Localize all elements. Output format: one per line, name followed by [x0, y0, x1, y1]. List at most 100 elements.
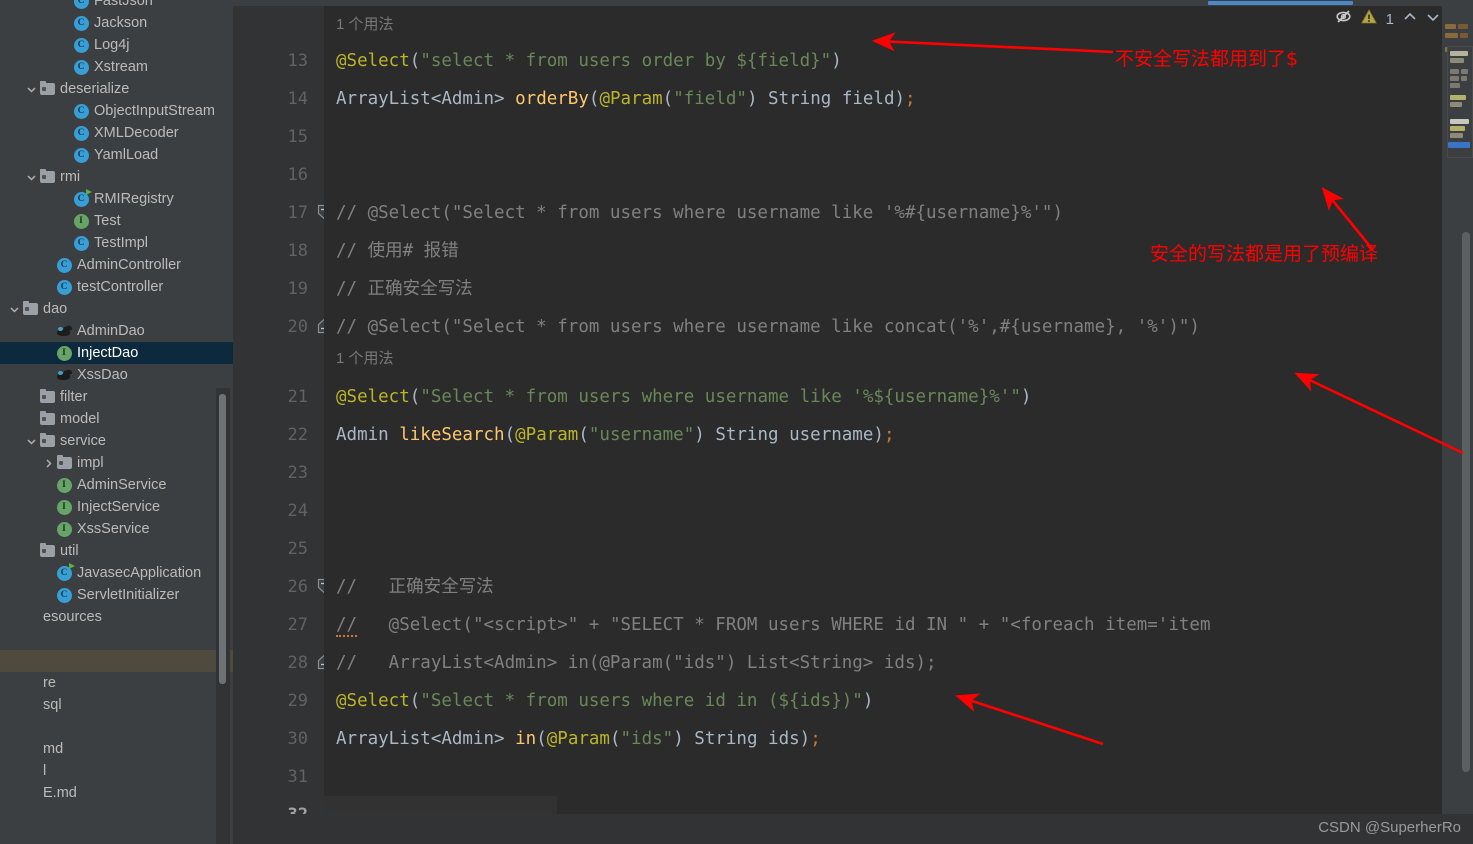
annotation-safe-precompile: 安全的写法都是用了预编译 [1150, 243, 1379, 265]
project-tree-scrollbar[interactable] [219, 394, 226, 684]
tree-item-label: l [43, 763, 47, 779]
class-icon: C [56, 257, 72, 273]
tree-item-blank[interactable] [0, 716, 233, 738]
tree-item-injectservice[interactable]: I InjectService [0, 496, 233, 518]
folder-icon [56, 454, 72, 469]
class-icon: C [56, 279, 72, 295]
tree-item-label: AdminService [77, 477, 167, 493]
folder-icon [39, 410, 55, 425]
tree-item-test[interactable]: I Test [0, 210, 233, 232]
tree-arrow-placeholder [42, 562, 55, 584]
class-icon: C [73, 59, 89, 75]
tree-item-blank[interactable] [0, 650, 233, 672]
tree-item-impl[interactable]: impl [0, 452, 233, 474]
class-icon: C [56, 587, 72, 603]
mybatis-mapper-icon [56, 324, 73, 338]
tree-item-adminservice[interactable]: I AdminService [0, 474, 233, 496]
tree-item-service[interactable]: service [0, 430, 233, 452]
tree-item-model[interactable]: model [0, 408, 233, 430]
tree-item-fastjson[interactable]: C FastJson [0, 0, 233, 12]
tree-item-blank[interactable] [0, 628, 233, 650]
runnable-class-icon: C [73, 188, 92, 207]
tree-item-label: AdminDao [77, 323, 145, 339]
tree-item-esources[interactable]: esources [0, 606, 233, 628]
tree-arrow-placeholder [59, 0, 72, 12]
tree-item-objectinputstream[interactable]: C ObjectInputStream [0, 100, 233, 122]
chevron-right-icon[interactable] [42, 452, 55, 474]
tree-item-xssdao[interactable]: XssDao [0, 364, 233, 386]
folder-icon [22, 300, 38, 315]
tree-arrow-placeholder [8, 650, 21, 672]
tree-item-util[interactable]: util [0, 540, 233, 562]
tree-item-label: Log4j [94, 37, 130, 53]
tree-arrow-placeholder [59, 100, 72, 122]
tree-item-log4j[interactable]: C Log4j [0, 34, 233, 56]
tree-item-rmi[interactable]: rmi [0, 166, 233, 188]
tree-arrow-placeholder [42, 584, 55, 606]
tree-item-javasecapplication[interactable]: C JavasecApplication [0, 562, 233, 584]
class-icon: C [73, 0, 89, 9]
tree-item-label: deserialize [60, 81, 130, 97]
folder-icon [39, 432, 55, 447]
tree-item-re[interactable]: re [0, 672, 233, 694]
tree-arrow-placeholder [59, 122, 72, 144]
annotation-arrows [871, 32, 1464, 746]
tree-item-label: re [43, 675, 56, 691]
tree-arrow-placeholder [8, 628, 21, 650]
tree-item-sql[interactable]: sql [0, 694, 233, 716]
interface-icon: I [56, 477, 72, 493]
chevron-down-icon[interactable] [8, 298, 21, 320]
chevron-down-icon[interactable] [25, 78, 38, 100]
tree-item-xmldecoder[interactable]: C XMLDecoder [0, 122, 233, 144]
project-tree-panel[interactable]: C FastJson C Jackson C Log4j C Xstream deseriali… [0, 0, 233, 844]
ide-window: C FastJson C Jackson C Log4j C Xstream deseriali… [0, 0, 1473, 844]
tree-item-xstream[interactable]: C Xstream [0, 56, 233, 78]
tree-arrow-placeholder [8, 694, 21, 716]
editor-status-strip [233, 814, 1473, 844]
tree-arrow-placeholder [59, 232, 72, 254]
tree-item-admincontroller[interactable]: C AdminController [0, 254, 233, 276]
tree-arrow-placeholder [42, 276, 55, 298]
tree-arrow-placeholder [59, 12, 72, 34]
tree-item-dao[interactable]: dao [0, 298, 233, 320]
tree-item-label: rmi [60, 169, 81, 185]
tree-item-deserialize[interactable]: deserialize [0, 78, 233, 100]
tree-arrow-placeholder [8, 782, 21, 804]
tree-item-filter[interactable]: filter [0, 386, 233, 408]
folder-icon [39, 542, 55, 557]
tree-item-injectdao[interactable]: I InjectDao [0, 342, 233, 364]
class-icon: C [73, 125, 89, 141]
chevron-down-icon[interactable] [25, 430, 38, 452]
tree-item-rmiregistry[interactable]: C RMIRegistry [0, 188, 233, 210]
tree-item-xssservice[interactable]: I XssService [0, 518, 233, 540]
tree-item-jackson[interactable]: C Jackson [0, 12, 233, 34]
tree-item-label: RMIRegistry [94, 191, 174, 207]
interface-icon: I [56, 521, 72, 537]
tree-item-yamlload[interactable]: C YamlLoad [0, 144, 233, 166]
tree-item-label: XssDao [77, 367, 128, 383]
tree-item-testcontroller[interactable]: CtestController [0, 276, 233, 298]
tree-item-label: Test [94, 213, 121, 229]
tree-item-label: ObjectInputStream [94, 103, 215, 119]
tree-item-label: Xstream [94, 59, 148, 75]
tree-item-label: XMLDecoder [94, 125, 179, 141]
code-editor[interactable]: 1314151617181920212223242526272829303132… [233, 0, 1473, 844]
runnable-class-icon: C [56, 562, 75, 581]
tree-arrow-placeholder [8, 760, 21, 782]
chevron-down-icon[interactable] [25, 166, 38, 188]
tree-item-md[interactable]: md [0, 738, 233, 760]
tree-item-label: InjectDao [77, 345, 139, 361]
project-tree[interactable]: C FastJson C Jackson C Log4j C Xstream deseriali… [0, 0, 233, 804]
tree-item-label: XssService [77, 521, 150, 537]
tree-item-admindao[interactable]: AdminDao [0, 320, 233, 342]
folder-icon [39, 168, 55, 183]
tree-arrow-placeholder [8, 738, 21, 760]
tree-item-label: esources [43, 609, 102, 625]
tree-item-e-md[interactable]: E.md [0, 782, 233, 804]
tree-item-testimpl[interactable]: C TestImpl [0, 232, 233, 254]
tree-item-l[interactable]: l [0, 760, 233, 782]
tree-item-servletinitializer[interactable]: C ServletInitializer [0, 584, 233, 606]
tree-item-label: FastJson [94, 0, 153, 9]
tree-arrow-placeholder [42, 364, 55, 386]
folder-icon [39, 80, 55, 95]
